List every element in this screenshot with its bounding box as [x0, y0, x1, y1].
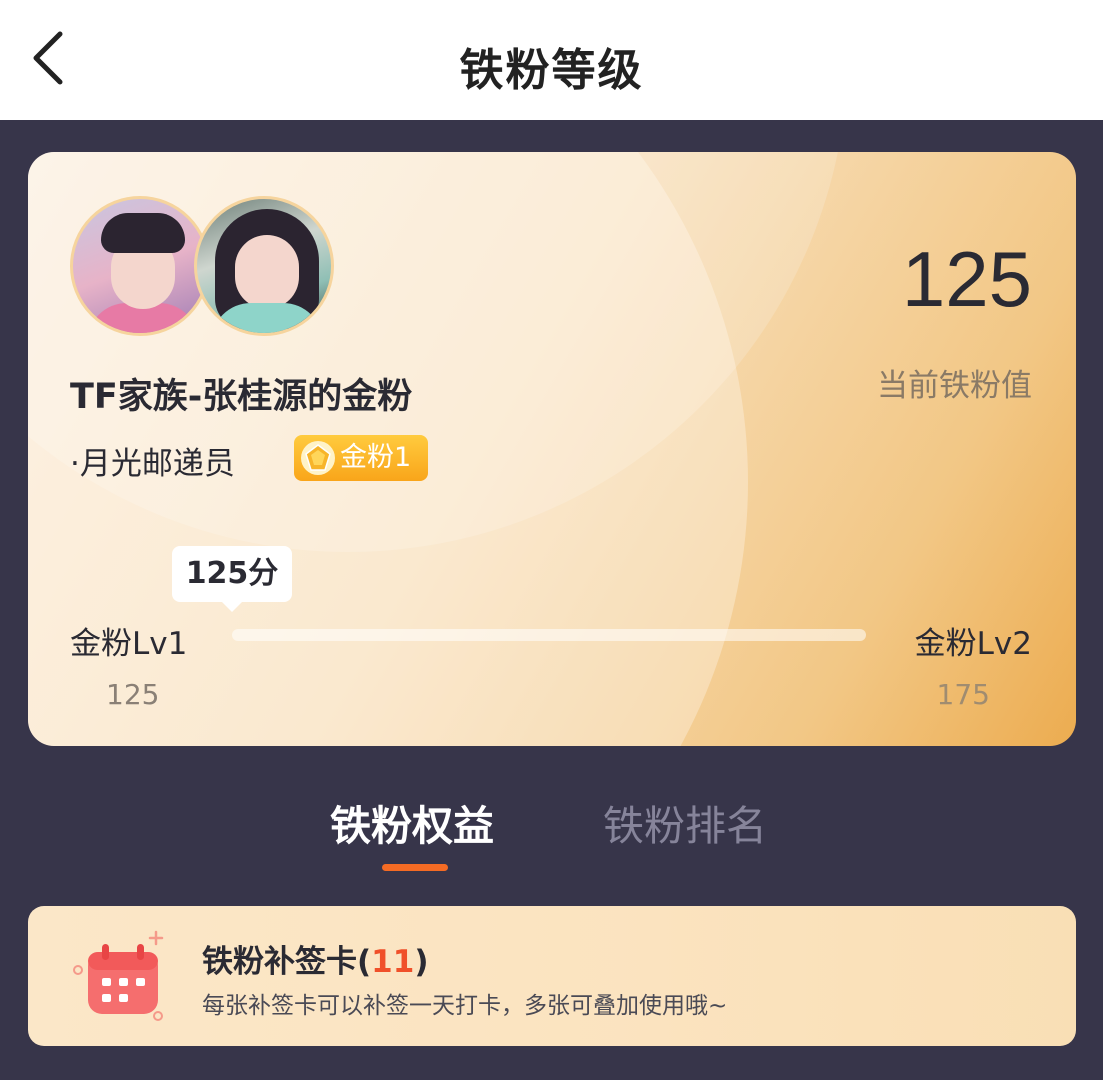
next-level-threshold: 175 [936, 678, 990, 711]
tab-fan-privileges[interactable]: 铁粉权益 [330, 792, 494, 852]
fan-score-label: 当前铁粉值 [877, 368, 1032, 404]
gold-gem-icon [301, 441, 335, 475]
user-avatar[interactable] [194, 196, 334, 336]
tab-fan-ranking[interactable]: 铁粉排名 [603, 792, 767, 852]
current-level-label: 金粉Lv1 [70, 626, 188, 662]
makeup-card-privilege[interactable]: 铁粉补签卡(11) 每张补签卡可以补签一天打卡，多张可叠加使用哦~ [28, 906, 1076, 1046]
privilege-count: 11 [371, 944, 415, 980]
active-tab-indicator [382, 864, 448, 871]
current-level-threshold: 125 [106, 678, 160, 711]
fan-level-badge: 金粉1 [294, 435, 428, 481]
level-progress-bar [232, 629, 866, 641]
top-bar: 铁粉等级 [0, 0, 1103, 120]
fan-score-value: 125 [901, 235, 1032, 323]
idol-avatar[interactable] [70, 196, 210, 336]
badge-label: 金粉1 [340, 442, 412, 473]
privilege-title-text: 铁粉补签卡 [202, 944, 357, 980]
score-tooltip: 125分 [172, 546, 292, 612]
fan-group-name: TF家族-张桂源的金粉 [70, 377, 413, 417]
fan-title: ·月光邮递员 [70, 446, 235, 482]
privilege-title: 铁粉补签卡(11) [202, 944, 429, 980]
calendar-icon [73, 930, 164, 1021]
page-title: 铁粉等级 [459, 45, 644, 96]
privilege-description: 每张补签卡可以补签一天打卡，多张可叠加使用哦~ [202, 993, 728, 1019]
next-level-label: 金粉Lv2 [914, 626, 1032, 662]
fan-level-card: TF家族-张桂源的金粉 ·月光邮递员 金粉1 125 当前铁粉值 125分 金粉… [28, 152, 1076, 746]
